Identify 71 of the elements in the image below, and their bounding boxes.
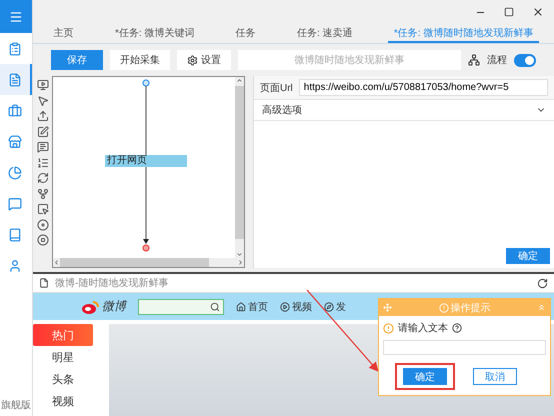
page-icon <box>39 278 49 288</box>
edition-label: 旗舰版 <box>0 398 32 412</box>
tool-icon[interactable] <box>36 156 48 168</box>
book-icon <box>8 228 22 242</box>
scroll-down-icon <box>236 251 243 258</box>
tab[interactable]: 任务 <box>230 24 262 43</box>
tool-icon[interactable] <box>36 188 48 200</box>
site-search-field[interactable] <box>138 298 224 314</box>
tool-icon[interactable] <box>36 218 48 230</box>
flow-node[interactable]: 打开网页 <box>105 155 187 167</box>
pie-chart-icon <box>8 166 22 180</box>
tool-icon[interactable] <box>36 94 48 106</box>
text-input-field[interactable] <box>383 340 546 355</box>
url-label: 页面Url <box>260 82 293 94</box>
start-button[interactable]: 开始采集 <box>110 50 170 70</box>
category-item[interactable]: 头条 <box>33 368 93 390</box>
tool-icon[interactable] <box>36 203 48 215</box>
tab[interactable]: *任务: 微博关键词 <box>108 24 200 43</box>
page-title: 微博-随时随地发现新鲜事 <box>55 276 170 290</box>
vertical-scrollbar[interactable] <box>235 77 244 258</box>
tool-icon[interactable] <box>36 126 48 138</box>
site-nav-link[interactable]: 首页 <box>236 300 268 314</box>
menu-icon <box>9 10 23 24</box>
compass-icon <box>324 302 334 312</box>
horizontal-scrollbar[interactable] <box>53 258 244 267</box>
save-button[interactable]: 保存 <box>51 50 103 70</box>
flow-label: 流程 <box>487 54 507 67</box>
clipboard-icon <box>8 42 22 56</box>
close-icon[interactable] <box>532 6 544 18</box>
category-item[interactable]: 明星 <box>33 346 93 368</box>
warning-icon <box>383 322 394 334</box>
tool-icon[interactable] <box>36 110 48 122</box>
task-name-field[interactable]: 微博随时随地发现新鲜事 <box>238 50 461 70</box>
settings-icon <box>187 54 198 66</box>
help-icon[interactable] <box>452 323 462 333</box>
tab[interactable]: 任务: 速卖通 <box>290 24 359 43</box>
maximize-icon[interactable] <box>504 7 514 17</box>
briefcase-icon <box>8 104 22 118</box>
flow-icon <box>468 54 480 66</box>
dialog-button[interactable]: 确定 <box>403 368 447 385</box>
store-icon <box>8 134 22 148</box>
chat-icon <box>8 196 22 210</box>
tool-icon[interactable] <box>36 172 48 184</box>
search-icon <box>210 302 220 312</box>
tool-icon[interactable] <box>36 79 48 91</box>
menu-button[interactable] <box>0 0 32 33</box>
site-logo[interactable]: 微博 <box>81 298 126 315</box>
url-field[interactable]: https://weibo.com/u/5708817053/home?wvr=5 <box>298 79 548 96</box>
info-icon <box>438 302 448 312</box>
dialog-button[interactable]: 取消 <box>473 368 517 385</box>
site-nav-link[interactable]: 发 <box>324 300 346 314</box>
scroll-right-icon <box>237 259 244 266</box>
site-nav-link[interactable]: 视频 <box>280 300 312 314</box>
tab[interactable]: 主页 <box>48 24 80 43</box>
scroll-up-icon <box>236 77 243 84</box>
category-item[interactable]: 视频 <box>33 390 93 412</box>
document-icon <box>8 72 22 86</box>
refresh-icon[interactable] <box>537 278 548 288</box>
prompt-text: 请输入文本 <box>398 322 448 335</box>
sidebar-item[interactable] <box>0 64 32 95</box>
flow-toggle[interactable] <box>514 54 536 66</box>
home-icon <box>236 302 246 312</box>
settings-button[interactable]: 设置 <box>177 50 231 70</box>
tool-icon[interactable] <box>36 141 48 153</box>
dialog-title: 操作提示 <box>450 302 490 314</box>
user-icon <box>8 258 22 272</box>
confirm-button[interactable]: 确定 <box>506 248 550 264</box>
play-icon <box>280 302 290 312</box>
scroll-left-icon <box>53 259 60 266</box>
advanced-options-label: 高级选项 <box>262 104 302 117</box>
tool-icon[interactable] <box>36 234 48 246</box>
